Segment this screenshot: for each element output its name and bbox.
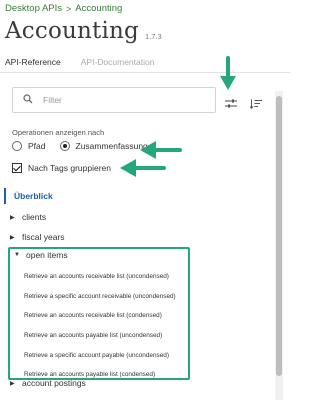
sort-icon[interactable] — [249, 96, 262, 114]
caret-right-icon: ▶ — [10, 214, 15, 221]
radio-summary[interactable] — [59, 141, 70, 151]
breadcrumb-root[interactable]: Desktop APIs — [5, 3, 62, 14]
group-by-tags-label[interactable]: Nach Tags gruppieren — [28, 163, 111, 173]
tab-api-documentation[interactable]: API-Documentation — [81, 57, 155, 67]
arrow-left-annotation-icon — [120, 159, 166, 177]
tree-item-label: open items — [26, 250, 68, 260]
title-row: Accounting 1.7.3 — [5, 18, 162, 44]
breadcrumb: Desktop APIs > Accounting — [5, 3, 122, 14]
page-title: Accounting — [5, 18, 139, 44]
operation-link[interactable]: Retrieve an accounts receivable list (co… — [24, 306, 176, 326]
tree-item-account-postings[interactable]: ▶ account postings — [10, 378, 86, 388]
arrow-left-annotation-icon — [140, 141, 182, 159]
scrollbar-thumb[interactable] — [276, 96, 282, 376]
navigation-panel: Operationen anzeigen nach Pfad Zusammenf… — [0, 77, 290, 400]
version-badge: 1.7.3 — [144, 32, 162, 41]
tab-bar: API-Reference API-Documentation — [5, 57, 154, 67]
group-by-tags-option: Nach Tags gruppieren — [12, 163, 111, 173]
open-items-group: ▼ open items Retrieve an accounts receiv… — [8, 247, 190, 380]
tab-api-reference[interactable]: API-Reference — [5, 57, 61, 67]
tree-item-open-items[interactable]: ▼ open items — [14, 249, 68, 261]
arrow-down-annotation-icon — [220, 56, 236, 90]
scrollbar[interactable] — [275, 91, 283, 400]
caret-down-icon: ▼ — [14, 252, 20, 258]
caret-right-icon: ▶ — [10, 380, 15, 387]
radio-path[interactable] — [12, 141, 22, 151]
operation-link[interactable]: Retrieve an accounts payable list (uncon… — [24, 326, 176, 346]
radio-path-label[interactable]: Pfad — [28, 141, 46, 151]
radio-summary-label[interactable]: Zusammenfassung — [76, 141, 148, 151]
group-by-tags-checkbox[interactable] — [12, 163, 22, 173]
tree-item-label: account postings — [22, 378, 86, 388]
breadcrumb-current[interactable]: Accounting — [75, 3, 122, 14]
tree-item-clients[interactable]: ▶ clients — [4, 207, 272, 227]
search-icon — [23, 91, 33, 109]
tree-item-label: clients — [22, 212, 47, 222]
filter-input[interactable] — [43, 95, 193, 105]
display-options-label: Operationen anzeigen nach — [12, 128, 105, 137]
caret-right-icon: ▶ — [10, 234, 15, 241]
operation-link[interactable]: Retrieve a specific account receivable (… — [24, 287, 176, 307]
api-tree: Überblick ▶ clients ▶ fiscal years — [4, 185, 272, 247]
tree-item-overview[interactable]: Überblick — [4, 185, 272, 207]
tree-item-fiscal-years[interactable]: ▶ fiscal years — [4, 227, 272, 247]
tabs-divider — [0, 72, 290, 73]
tree-item-label: fiscal years — [22, 232, 65, 242]
breadcrumb-separator: > — [66, 3, 72, 14]
operation-link[interactable]: Retrieve an accounts receivable list (un… — [24, 267, 176, 287]
sliders-icon[interactable] — [225, 96, 237, 114]
open-items-operations: Retrieve an accounts receivable list (un… — [24, 267, 176, 385]
filter-box — [12, 87, 216, 113]
operation-link[interactable]: Retrieve a specific account payable (unc… — [24, 345, 176, 365]
